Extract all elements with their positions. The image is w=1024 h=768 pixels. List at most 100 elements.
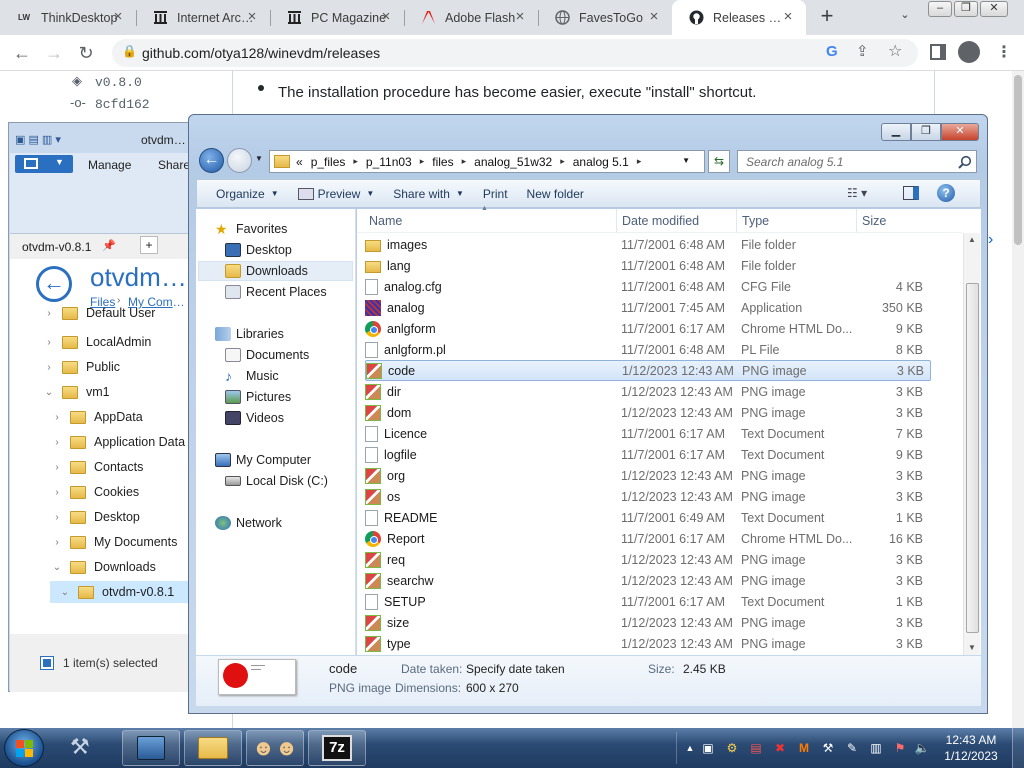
browser-tab-active[interactable]: Releases · otya128/winevdm × [672, 0, 806, 35]
tray-app-icon[interactable]: ⚙ [724, 740, 740, 756]
ribbon-tab-share[interactable]: Share [158, 158, 190, 172]
refresh-icon[interactable]: ⇆ [708, 150, 730, 173]
tray-app-icon[interactable]: ▥ [868, 740, 884, 756]
address-bar[interactable]: « p_files ▸ p_11n03 ▸ files ▸ analog_51w32 ▸… [269, 150, 705, 173]
print-button[interactable]: Print [483, 187, 508, 201]
release-tag[interactable]: v0.8.0 [95, 75, 142, 90]
breadcrumb-item[interactable]: p_11n03 [366, 155, 412, 169]
tree-item[interactable]: › Application Data [50, 431, 185, 453]
background-explorer-window[interactable]: ▣ ▤ ▥ ▾ otvdm-v0.8.1 ▼ Manage Share otvd… [8, 122, 190, 692]
profile-avatar-icon[interactable] [958, 41, 980, 63]
search-icon[interactable] [958, 155, 972, 169]
file-row[interactable]: images 11/7/2001 6:48 AM File folder [365, 234, 931, 255]
scrollbar-thumb[interactable] [966, 283, 979, 633]
more-menu-icon[interactable]: ⋮ [996, 42, 1012, 62]
tree-item[interactable]: ⌄ vm1 [42, 381, 110, 403]
tray-app-icon[interactable]: ▣ [700, 740, 716, 756]
forward-arrow-icon[interactable]: → [42, 42, 66, 64]
nav-libraries[interactable]: Libraries [215, 324, 284, 344]
file-row[interactable]: analog 11/7/2001 7:45 AM Application 350 KB [365, 297, 931, 318]
nav-recent-places[interactable]: Recent Places [225, 282, 327, 302]
google-lens-icon[interactable]: G [826, 43, 838, 60]
nav-favorites[interactable]: ★ Favorites [215, 219, 287, 239]
network-status-icon[interactable]: ⚑ [892, 740, 908, 756]
breadcrumb-arrow-icon[interactable]: ▸ [353, 156, 358, 167]
close-icon[interactable]: × [110, 9, 126, 25]
close-icon[interactable]: × [646, 9, 662, 25]
tab-search-chevron-icon[interactable]: ⌄ [896, 8, 914, 26]
volume-icon[interactable]: 🔈 [914, 740, 930, 756]
file-row-selected[interactable]: code 1/12/2023 12:43 AM PNG image 3 KB [365, 360, 931, 381]
tree-item[interactable]: › Cookies [50, 481, 139, 503]
scroll-up-icon[interactable]: ▲ [968, 235, 976, 244]
tray-app-icon[interactable]: ▤ [748, 740, 764, 756]
reload-icon[interactable]: ↻ [74, 42, 98, 64]
help-icon[interactable]: ? [937, 184, 955, 202]
side-panel-icon[interactable] [930, 44, 946, 60]
new-tab-button[interactable]: + [140, 236, 158, 254]
address-dropdown-icon[interactable]: ▼ [682, 156, 690, 165]
file-row[interactable]: org 1/12/2023 12:43 AM PNG image 3 KB [365, 465, 931, 486]
breadcrumb-item[interactable]: analog 5.1 [573, 155, 629, 169]
nav-network[interactable]: Network [215, 513, 282, 533]
tray-app-icon[interactable]: M [796, 740, 812, 756]
start-button[interactable] [4, 729, 44, 767]
url-text[interactable]: github.com/otya128/winevdm/releases [142, 45, 380, 61]
page-scrollbar-thumb[interactable] [1014, 75, 1022, 245]
file-row[interactable]: os 1/12/2023 12:43 AM PNG image 3 KB [365, 486, 931, 507]
share-with-button[interactable]: Share with ▼ [393, 187, 464, 201]
file-row[interactable]: dom 1/12/2023 12:43 AM PNG image 3 KB [365, 402, 931, 423]
ribbon-tab-manage[interactable]: Manage [88, 158, 131, 172]
file-row[interactable]: logfile 11/7/2001 6:17 AM Text Document 9 K… [365, 444, 931, 465]
browser-tab[interactable]: LW ThinkDesktop × [0, 0, 136, 35]
file-row[interactable]: README 11/7/2001 6:49 AM Text Document 1 KB [365, 507, 931, 528]
close-button[interactable]: ✕ [941, 123, 979, 141]
tools-icon[interactable]: ⚒ [70, 734, 90, 760]
pin-icon[interactable]: 📌 [102, 239, 116, 252]
nav-music[interactable]: ♪ Music [225, 366, 279, 386]
detail-date-value[interactable]: Specify date taken [466, 662, 565, 676]
nav-documents[interactable]: Documents [225, 345, 309, 365]
tray-app-icon[interactable]: ⚒ [820, 740, 836, 756]
bookmark-star-icon[interactable]: ☆ [888, 41, 902, 61]
nav-local-disk[interactable]: Local Disk (C:) [225, 471, 328, 491]
preview-pane-icon[interactable] [903, 186, 919, 200]
taskbar-app-network[interactable] [122, 730, 180, 766]
tree-item[interactable]: › Default User [42, 306, 155, 320]
file-row[interactable]: Report 11/7/2001 6:17 AM Chrome HTML Do...… [365, 528, 931, 549]
breadcrumb-item[interactable]: files [432, 155, 453, 169]
nav-videos[interactable]: Videos [225, 408, 284, 428]
nav-desktop[interactable]: Desktop [225, 240, 292, 260]
details-view-icon[interactable] [40, 656, 54, 670]
taskbar-app-explorer[interactable] [184, 730, 242, 766]
browser-tab[interactable]: FavesToGo × [538, 0, 672, 35]
breadcrumb-item[interactable]: analog_51w32 [474, 155, 552, 169]
nav-my-computer[interactable]: My Computer [215, 450, 311, 470]
back-arrow-icon[interactable]: ← [10, 42, 34, 64]
file-row[interactable]: SETUP 11/7/2001 6:17 AM Text Document 1 KB [365, 591, 931, 612]
file-row[interactable]: type 1/12/2023 12:43 AM PNG image 3 KB [365, 633, 931, 654]
commit-hash[interactable]: 8cfd162 [95, 97, 150, 112]
minimize-button[interactable]: ▁ [881, 123, 911, 141]
breadcrumb-arrow-icon[interactable]: ▸ [637, 156, 642, 167]
explorer-window[interactable]: ▁ ❐ ✕ ← ▼ « p_files ▸ p_11n03 ▸ files ▸ ana… [188, 114, 988, 714]
maximize-button[interactable]: ❐ [911, 123, 941, 141]
maximize-button[interactable]: ❐ [954, 1, 978, 17]
scroll-down-icon[interactable]: ▼ [968, 643, 976, 652]
lock-icon[interactable]: 🔒 [122, 44, 137, 58]
browser-tab[interactable]: Internet Archive × [136, 0, 270, 35]
overflow-chevron-icon[interactable]: « [296, 155, 303, 169]
close-icon[interactable]: × [780, 9, 796, 25]
close-window-button[interactable]: ✕ [980, 1, 1008, 17]
close-icon[interactable]: × [378, 9, 394, 25]
tree-item[interactable]: › My Documents [50, 531, 177, 553]
breadcrumb-arrow-icon[interactable]: ▸ [560, 156, 565, 167]
tray-app-icon[interactable]: ✎ [844, 740, 860, 756]
tree-item[interactable]: › Desktop [50, 506, 140, 528]
nav-pictures[interactable]: Pictures [225, 387, 291, 407]
tree-item-selected[interactable]: ⌄ otvdm-v0.8.1 [50, 581, 190, 603]
tree-item[interactable]: › AppData [50, 406, 142, 428]
breadcrumb-item[interactable]: p_files [311, 155, 346, 169]
new-folder-button[interactable]: New folder [527, 187, 584, 201]
file-row[interactable]: analog.cfg 11/7/2001 6:48 AM CFG File 4 KB [365, 276, 931, 297]
